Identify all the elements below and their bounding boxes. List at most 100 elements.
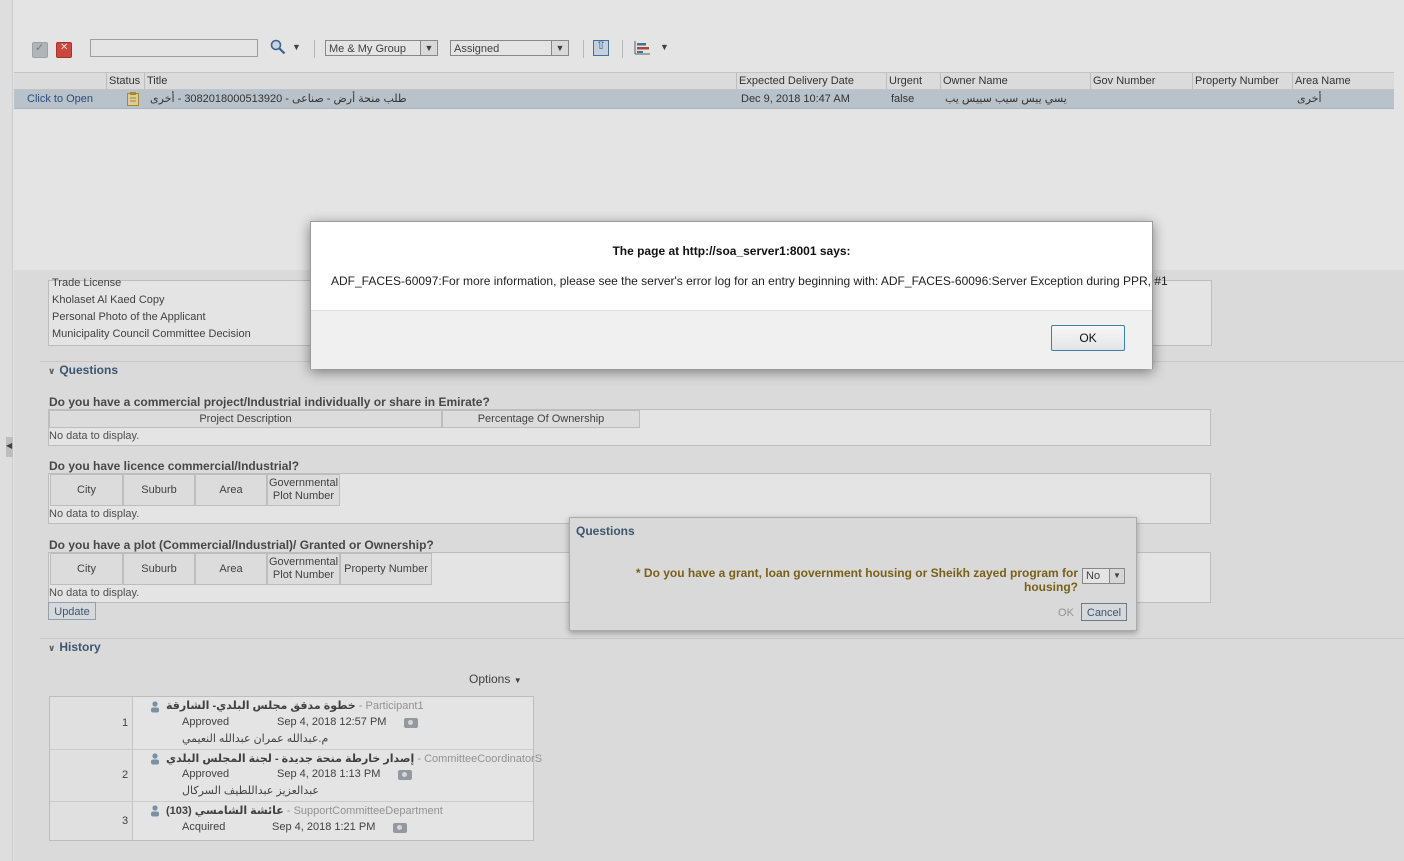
click-to-open-link[interactable]: Click to Open	[27, 90, 93, 108]
housing-question-label: * Do you have a grant, loan government h…	[618, 566, 1078, 594]
chevron-down-icon: ▼	[420, 41, 437, 55]
divider	[40, 638, 1404, 639]
history-step: إصدار خارطة منحة جديدة - لجنة المجلس الب…	[166, 752, 542, 765]
table-row[interactable]: Click to Open طلب منحة أرض - صناعى - 308…	[14, 90, 1394, 109]
history-step-name: خطوة مدقق مجلس البلدي- الشارقة	[166, 700, 356, 712]
search-icon[interactable]	[270, 39, 286, 55]
housing-answer-select[interactable]: No ▼	[1082, 568, 1125, 584]
column-header-property-number[interactable]: Property Number	[1192, 73, 1292, 89]
chevron-down-icon: ▼	[513, 676, 522, 685]
table-header: Status Title Expected Delivery Date Urge…	[14, 72, 1394, 90]
commercial-project-table: Project Description Percentage Of Owners…	[48, 409, 1211, 446]
task-toolbar: ▼ Me & My Group ▼ Assigned ▼ ▼	[0, 30, 1404, 68]
column-header-area[interactable]: Area Name	[1292, 73, 1394, 89]
chevron-down-icon: ∨	[48, 643, 56, 653]
history-row-number: 2	[122, 769, 129, 781]
questions-section-toggle[interactable]: ∨ Questions	[48, 363, 118, 377]
camera-icon[interactable]	[393, 823, 407, 833]
column-header-project-description[interactable]: Project Description	[49, 410, 442, 428]
list-item[interactable]: Personal Photo of the Applicant	[52, 311, 206, 323]
left-panel-strip	[0, 0, 13, 861]
history-step: خطوة مدقق مجلس البلدي- الشارقة - Partici…	[166, 699, 424, 712]
column-header-suburb[interactable]: Suburb	[123, 553, 195, 585]
row-divider	[50, 801, 533, 802]
chevron-down-icon[interactable]: ▼	[660, 42, 669, 52]
chevron-down-icon: ▼	[1109, 569, 1124, 583]
column-header-gov-number[interactable]: Gov Number	[1090, 73, 1192, 89]
list-item[interactable]: Municipality Council Committee Decision	[52, 328, 251, 340]
column-header-property-number[interactable]: Property Number	[340, 553, 432, 585]
popup-title: Questions	[576, 524, 635, 538]
no-data-text: No data to display.	[49, 430, 140, 442]
column-header-title[interactable]: Title	[144, 73, 736, 89]
column-header-owner[interactable]: Owner Name	[940, 73, 1090, 89]
history-user: عبدالعزيز عبداللطيف السركال	[182, 785, 319, 797]
history-date: Sep 4, 2018 1:13 PM	[277, 768, 381, 780]
history-status: Approved	[182, 716, 230, 728]
alert-message: ADF_FACES-60097:For more information, pl…	[331, 274, 1168, 288]
history-step-role: - SupportCommitteeDepartment	[286, 805, 443, 817]
chart-icon[interactable]	[634, 41, 650, 55]
column-header-governmental-plot-number[interactable]: Governmental Plot Number	[267, 474, 340, 506]
column-header-area[interactable]: Area	[195, 474, 267, 506]
user-icon	[151, 805, 159, 817]
history-row-number: 3	[122, 815, 129, 827]
history-step-name: عائشة الشامسي (103)	[166, 805, 284, 817]
popup-ok-button[interactable]: OK	[1053, 604, 1079, 622]
user-icon	[151, 753, 159, 765]
column-header-city[interactable]: City	[50, 553, 123, 585]
user-icon	[151, 701, 159, 713]
history-date: Sep 4, 2018 12:57 PM	[277, 716, 387, 728]
housing-question-text: Do you have a grant, loan government hou…	[643, 566, 1078, 594]
alert-ok-button[interactable]: OK	[1051, 325, 1125, 351]
history-step: عائشة الشامسي (103) - SupportCommitteeDe…	[166, 804, 443, 817]
column-header-city[interactable]: City	[50, 474, 123, 506]
history-status: Acquired	[182, 821, 226, 833]
approve-icon[interactable]	[32, 41, 48, 58]
history-section-toggle[interactable]: ∨ History	[48, 640, 101, 654]
update-button[interactable]: Update	[48, 602, 96, 620]
column-header-expected-delivery[interactable]: Expected Delivery Date	[736, 73, 886, 89]
area-name-value: أخرى	[1297, 93, 1322, 105]
popup-cancel-button[interactable]: Cancel	[1081, 603, 1127, 621]
export-icon[interactable]	[593, 38, 609, 56]
history-section-title: History	[59, 640, 101, 654]
search-input[interactable]	[90, 39, 258, 57]
no-data-text: No data to display.	[49, 587, 140, 599]
options-menu-button[interactable]: Options ▼	[469, 672, 522, 686]
question-label: Do you have a commercial project/Industr…	[49, 395, 490, 409]
toolbar-divider	[583, 40, 584, 58]
chevron-down-icon: ▼	[551, 41, 568, 55]
history-step-name: إصدار خارطة منحة جديدة - لجنة المجلس الب…	[166, 753, 415, 765]
collapse-panel-icon[interactable]	[6, 437, 13, 457]
task-title[interactable]: طلب منحة أرض - صناعى - 3082018000513920 …	[150, 90, 407, 108]
history-row-number: 1	[122, 717, 129, 729]
expected-delivery-value: Dec 9, 2018 10:47 AM	[741, 93, 850, 105]
task-status-icon	[127, 92, 139, 106]
question-label: Do you have a plot (Commercial/Industria…	[49, 538, 434, 552]
column-header-suburb[interactable]: Suburb	[123, 474, 195, 506]
toolbar-divider	[314, 40, 315, 58]
column-header-urgent[interactable]: Urgent	[886, 73, 940, 89]
camera-icon[interactable]	[398, 770, 412, 780]
questions-popup: Questions * Do you have a grant, loan go…	[569, 517, 1137, 631]
urgent-value: false	[891, 93, 915, 105]
reject-icon[interactable]	[56, 42, 72, 58]
list-item[interactable]: Trade License	[52, 277, 121, 289]
camera-icon[interactable]	[404, 718, 418, 728]
assignee-filter-select[interactable]: Me & My Group ▼	[325, 40, 438, 56]
state-filter-select[interactable]: Assigned ▼	[450, 40, 569, 56]
required-marker: *	[635, 566, 641, 580]
column-header-status[interactable]: Status	[106, 73, 144, 89]
alert-title: The page at http://soa_server1:8001 says…	[612, 244, 851, 258]
chevron-down-icon: ∨	[48, 366, 56, 376]
list-item[interactable]: Kholaset Al Kaed Copy	[52, 294, 165, 306]
history-table: 1 خطوة مدقق مجلس البلدي- الشارقة - Parti…	[49, 696, 542, 841]
history-step-role: - CommitteeCoordinatorS	[417, 753, 543, 765]
column-header-percentage-ownership[interactable]: Percentage Of Ownership	[442, 410, 640, 428]
history-date: Sep 4, 2018 1:21 PM	[272, 821, 376, 833]
column-header-governmental-plot-number[interactable]: Governmental Plot Number	[267, 553, 340, 585]
column-header-area[interactable]: Area	[195, 553, 267, 585]
alert-dialog: The page at http://soa_server1:8001 says…	[310, 221, 1168, 369]
chevron-down-icon[interactable]: ▼	[292, 42, 301, 52]
